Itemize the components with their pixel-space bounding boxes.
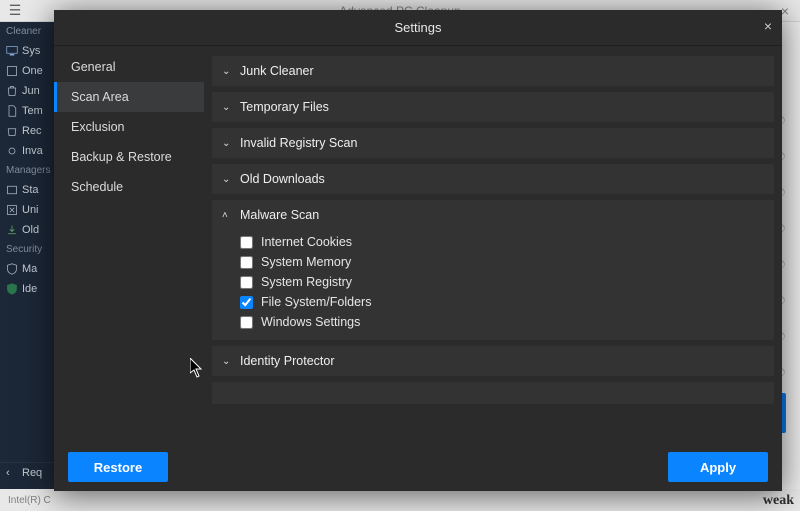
nav-backup-restore[interactable]: Backup & Restore xyxy=(54,142,204,172)
section-head-invalid-registry[interactable]: ⌄ Invalid Registry Scan xyxy=(212,128,774,158)
section-empty xyxy=(212,382,774,404)
modal-header: Settings × xyxy=(54,10,782,46)
section-label: Junk Cleaner xyxy=(240,64,314,78)
option-system-memory[interactable]: System Memory xyxy=(240,252,766,272)
chevron-down-icon: ⌄ xyxy=(222,138,232,149)
section-head-junk-cleaner[interactable]: ⌄ Junk Cleaner xyxy=(212,56,774,86)
checkbox-internet-cookies[interactable] xyxy=(240,236,253,249)
nav-scan-area[interactable]: Scan Area xyxy=(54,82,204,112)
section-label: Invalid Registry Scan xyxy=(240,136,357,150)
section-head-identity-protector[interactable]: ⌄ Identity Protector xyxy=(212,346,774,376)
section-label: Temporary Files xyxy=(240,100,329,114)
chevron-down-icon: ⌄ xyxy=(222,174,232,185)
settings-nav: General Scan Area Exclusion Backup & Res… xyxy=(54,46,204,443)
section-old-downloads: ⌄ Old Downloads xyxy=(212,164,774,194)
section-identity-protector: ⌄ Identity Protector xyxy=(212,346,774,376)
settings-modal: Settings × General Scan Area Exclusion B… xyxy=(54,10,782,491)
chevron-down-icon: ⌄ xyxy=(222,356,232,367)
section-head-malware-scan[interactable]: ˄ Malware Scan xyxy=(212,200,774,230)
section-label: Malware Scan xyxy=(240,208,319,222)
chevron-up-icon: ˄ xyxy=(222,210,232,221)
section-label: Identity Protector xyxy=(240,354,335,368)
option-label: System Registry xyxy=(261,275,352,289)
checkbox-system-memory[interactable] xyxy=(240,256,253,269)
option-label: Windows Settings xyxy=(261,315,360,329)
close-icon[interactable]: × xyxy=(764,18,772,34)
nav-general[interactable]: General xyxy=(54,52,204,82)
chevron-down-icon: ⌄ xyxy=(222,66,232,77)
option-file-system-folders[interactable]: File System/Folders xyxy=(240,292,766,312)
section-temporary-files: ⌄ Temporary Files xyxy=(212,92,774,122)
option-system-registry[interactable]: System Registry xyxy=(240,272,766,292)
section-head-old-downloads[interactable]: ⌄ Old Downloads xyxy=(212,164,774,194)
option-label: Internet Cookies xyxy=(261,235,352,249)
restore-button[interactable]: Restore xyxy=(68,452,168,482)
section-invalid-registry: ⌄ Invalid Registry Scan xyxy=(212,128,774,158)
chevron-down-icon: ⌄ xyxy=(222,102,232,113)
section-body-malware-scan: Internet Cookies System Memory System Re… xyxy=(212,230,774,340)
option-windows-settings[interactable]: Windows Settings xyxy=(240,312,766,332)
section-malware-scan: ˄ Malware Scan Internet Cookies System M… xyxy=(212,200,774,340)
modal-footer: Restore Apply xyxy=(54,443,782,491)
option-label: File System/Folders xyxy=(261,295,371,309)
nav-schedule[interactable]: Schedule xyxy=(54,172,204,202)
checkbox-system-registry[interactable] xyxy=(240,276,253,289)
apply-button[interactable]: Apply xyxy=(668,452,768,482)
section-junk-cleaner: ⌄ Junk Cleaner xyxy=(212,56,774,86)
checkbox-windows-settings[interactable] xyxy=(240,316,253,329)
section-head-temporary-files[interactable]: ⌄ Temporary Files xyxy=(212,92,774,122)
option-label: System Memory xyxy=(261,255,351,269)
nav-exclusion[interactable]: Exclusion xyxy=(54,112,204,142)
modal-title: Settings xyxy=(395,20,442,35)
settings-panel: ⌄ Junk Cleaner ⌄ Temporary Files ⌄ Inval… xyxy=(204,46,782,443)
option-internet-cookies[interactable]: Internet Cookies xyxy=(240,232,766,252)
checkbox-file-system-folders[interactable] xyxy=(240,296,253,309)
section-label: Old Downloads xyxy=(240,172,325,186)
